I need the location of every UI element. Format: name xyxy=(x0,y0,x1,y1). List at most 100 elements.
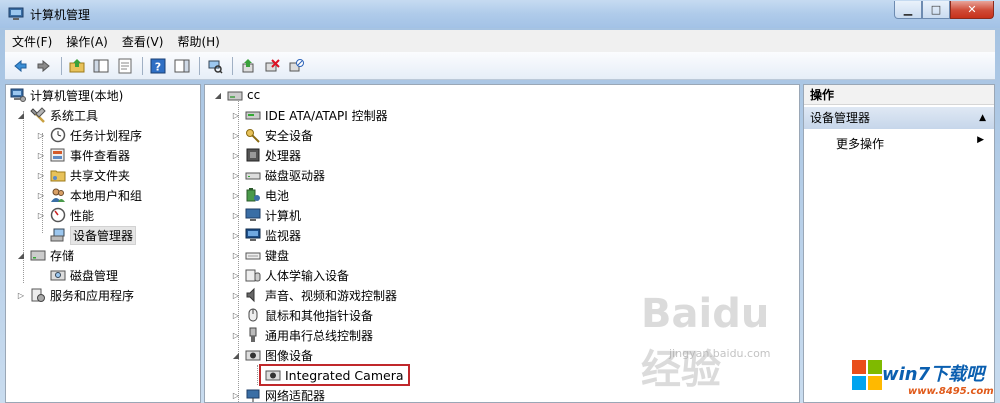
device-category-ide[interactable]: ▷ IDE ATA/ATAPI 控制器 xyxy=(231,105,388,125)
disable-device-button[interactable] xyxy=(285,56,307,76)
tree-item-label: 共享文件夹 xyxy=(70,168,131,183)
device-category-monitors[interactable]: ▷ 监视器 xyxy=(231,225,301,245)
maximize-button[interactable]: □ xyxy=(922,1,950,19)
device-category-label: IDE ATA/ATAPI 控制器 xyxy=(265,108,388,123)
tree-item-performance[interactable]: ▷ 性能 xyxy=(36,205,94,225)
back-button[interactable] xyxy=(9,56,31,76)
expand-arrow-icon[interactable]: ▷ xyxy=(36,170,46,180)
actions-group-device-manager[interactable]: 设备管理器 ▲ xyxy=(804,107,994,129)
menu-view[interactable]: 查看(V) xyxy=(115,33,171,50)
keyboard-icon xyxy=(245,252,261,260)
expand-arrow-icon[interactable]: ▷ xyxy=(36,150,46,160)
tree-item-label: 事件查看器 xyxy=(70,148,131,163)
tree-item-storage[interactable]: ◢ 存储 xyxy=(16,245,74,265)
tree-item-root[interactable]: 计算机管理(本地) xyxy=(10,85,123,105)
computer-management-window: 计算机管理 ▁ □ ✕ 文件(F) 操作(A) 查看(V) 帮助(H) ? 计算… xyxy=(0,0,1000,403)
expand-arrow-icon[interactable]: ▷ xyxy=(231,290,241,300)
tree-item-services-apps[interactable]: ▷ 服务和应用程序 xyxy=(16,285,134,305)
expand-arrow-icon[interactable]: ▷ xyxy=(36,130,46,140)
device-category-disk-drives[interactable]: ▷ 磁盘驱动器 xyxy=(231,165,325,185)
disable-device-icon xyxy=(289,58,304,71)
uninstall-icon xyxy=(265,58,280,71)
up-button[interactable] xyxy=(66,56,88,76)
collapse-arrow-icon[interactable]: ◢ xyxy=(16,250,26,260)
close-button[interactable]: ✕ xyxy=(950,1,994,19)
key-icon xyxy=(246,129,260,143)
more-actions-item[interactable]: 更多操作 xyxy=(836,135,884,152)
expand-arrow-icon[interactable]: ▷ xyxy=(231,130,241,140)
forward-icon xyxy=(37,59,50,72)
svg-text:?: ? xyxy=(155,60,161,73)
tree-item-task-scheduler[interactable]: ▷ 任务计划程序 xyxy=(36,125,142,145)
device-category-label: 安全设备 xyxy=(265,128,314,143)
win7-logo-text: win7下载吧 xyxy=(882,364,985,385)
uninstall-button[interactable] xyxy=(261,56,283,76)
expand-arrow-icon[interactable]: ▷ xyxy=(231,330,241,340)
help-icon: ? xyxy=(150,58,166,73)
device-category-usb[interactable]: ▷ 通用串行总线控制器 xyxy=(231,325,373,345)
device-category-computer[interactable]: ▷ 计算机 xyxy=(231,205,301,225)
expand-arrow-icon[interactable]: ▷ xyxy=(231,210,241,220)
expand-arrow-icon[interactable]: ▷ xyxy=(231,190,241,200)
tree-item-disk-management[interactable]: 磁盘管理 xyxy=(50,265,118,285)
tree-item-event-viewer[interactable]: ▷ 事件查看器 xyxy=(36,145,130,165)
device-category-sound[interactable]: ▷ 声音、视频和游戏控制器 xyxy=(231,285,397,305)
show-hide-tree-button[interactable] xyxy=(90,56,112,76)
show-hide-action-pane-button[interactable] xyxy=(171,56,193,76)
menu-help[interactable]: 帮助(H) xyxy=(170,33,226,50)
expand-arrow-icon[interactable]: ▷ xyxy=(231,110,241,120)
expand-arrow-icon[interactable]: ▷ xyxy=(231,150,241,160)
menu-file[interactable]: 文件(F) xyxy=(5,33,59,50)
device-category-label: 计算机 xyxy=(265,208,302,223)
device-category-mice[interactable]: ▷ 鼠标和其他指针设备 xyxy=(231,305,373,325)
collapse-arrow-icon[interactable]: ◢ xyxy=(16,110,26,120)
tree-item-shared-folders[interactable]: ▷ 共享文件夹 xyxy=(36,165,130,185)
minimize-button[interactable]: ▁ xyxy=(894,1,922,19)
battery-icon xyxy=(246,188,260,202)
expand-arrow-icon[interactable]: ▷ xyxy=(231,170,241,180)
collapse-triangle-icon[interactable]: ▲ xyxy=(979,107,986,129)
device-tree-pane[interactable]: ◢ cc ▷ IDE ATA/ATAPI 控制器 ▷ 安全设备 ▷ 处理器 ▷ … xyxy=(204,84,800,403)
tree-item-device-manager[interactable]: 设备管理器 xyxy=(50,225,137,245)
collapse-arrow-icon[interactable]: ◢ xyxy=(231,350,241,360)
expand-arrow-icon[interactable]: ▷ xyxy=(231,270,241,280)
menu-action[interactable]: 操作(A) xyxy=(59,33,115,50)
actions-header: 操作 xyxy=(804,85,994,105)
device-category-label: 电池 xyxy=(265,188,290,203)
device-category-imaging[interactable]: ◢ 图像设备 xyxy=(231,345,313,365)
forward-button[interactable] xyxy=(33,56,55,76)
device-tree-root[interactable]: ◢ cc xyxy=(213,85,260,105)
console-tree-pane[interactable]: 计算机管理(本地) ◢ 系统工具 ▷ 任务计划程序 ▷ 事件查看器 ▷ 共享文件… xyxy=(5,84,201,403)
device-category-network[interactable]: ▷ 网络适配器 xyxy=(231,385,325,402)
scan-hardware-button[interactable] xyxy=(204,56,226,76)
collapse-arrow-icon[interactable]: ◢ xyxy=(213,90,223,100)
win7-logo-badge: win7下载吧 www.8495.com xyxy=(850,354,996,402)
tree-item-system-tools[interactable]: ◢ 系统工具 xyxy=(16,105,98,125)
title-bar[interactable]: 计算机管理 ▁ □ ✕ xyxy=(0,0,1000,28)
expand-arrow-icon[interactable]: ▷ xyxy=(16,290,26,300)
help-button[interactable]: ? xyxy=(147,56,169,76)
update-driver-button[interactable] xyxy=(237,56,259,76)
highlight-box: Integrated Camera xyxy=(259,364,410,386)
device-category-hid[interactable]: ▷ 人体学输入设备 xyxy=(231,265,349,285)
toolbar-separator xyxy=(232,56,233,75)
device-category-battery[interactable]: ▷ 电池 xyxy=(231,185,289,205)
window-controls: ▁ □ ✕ xyxy=(894,1,994,19)
expand-arrow-icon[interactable]: ▷ xyxy=(36,210,46,220)
expand-arrow-icon[interactable]: ▷ xyxy=(231,250,241,260)
expand-arrow-icon[interactable]: ▷ xyxy=(231,230,241,240)
device-label: Integrated Camera xyxy=(285,367,404,383)
tree-item-label: 服务和应用程序 xyxy=(50,288,135,303)
tree-item-label: 存储 xyxy=(50,248,75,263)
expand-arrow-icon[interactable]: ▷ xyxy=(231,390,241,400)
tree-item-local-users[interactable]: ▷ 本地用户和组 xyxy=(36,185,142,205)
toolbar: ? xyxy=(5,52,995,80)
device-integrated-camera[interactable]: Integrated Camera xyxy=(259,364,410,386)
tree-item-label: 本地用户和组 xyxy=(70,188,143,203)
device-category-processor[interactable]: ▷ 处理器 xyxy=(231,145,301,165)
expand-arrow-icon[interactable]: ▷ xyxy=(231,310,241,320)
expand-arrow-icon[interactable]: ▷ xyxy=(36,190,46,200)
device-category-keyboards[interactable]: ▷ 键盘 xyxy=(231,245,289,265)
device-category-security[interactable]: ▷ 安全设备 xyxy=(231,125,313,145)
properties-button[interactable] xyxy=(114,56,136,76)
